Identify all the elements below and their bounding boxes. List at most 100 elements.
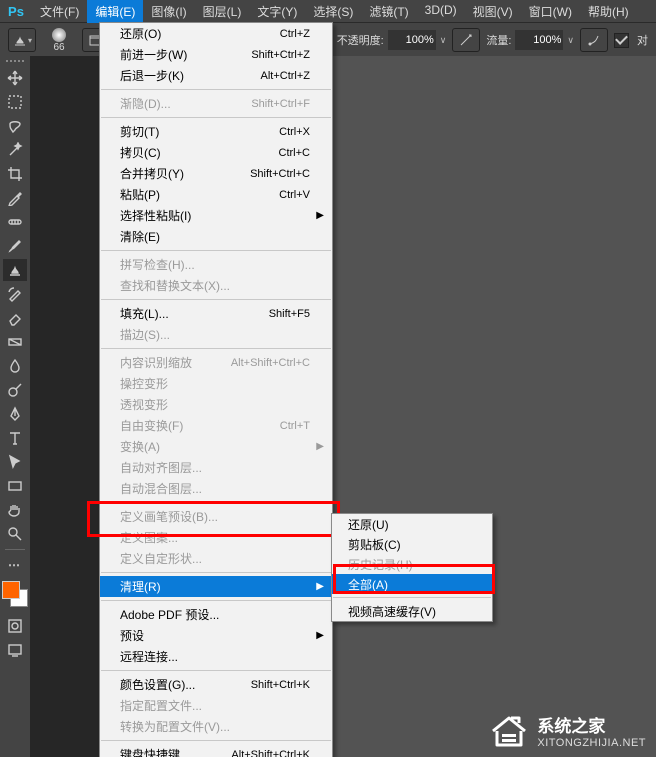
healing-brush-tool[interactable] bbox=[3, 211, 27, 233]
dodge-tool[interactable] bbox=[3, 379, 27, 401]
edit-menu-item: 内容识别缩放Alt+Shift+Ctrl+C bbox=[100, 352, 332, 373]
gradient-tool[interactable] bbox=[3, 331, 27, 353]
zoom-tool[interactable] bbox=[3, 523, 27, 545]
clone-stamp-tool[interactable] bbox=[3, 259, 27, 281]
menu-5[interactable]: 选择(S) bbox=[305, 0, 361, 23]
menu-item-label: 拼写检查(H)... bbox=[120, 256, 195, 273]
menu-item-label: 拷贝(C) bbox=[120, 144, 161, 161]
menu-2[interactable]: 图像(I) bbox=[143, 0, 194, 23]
pen-tool[interactable] bbox=[3, 403, 27, 425]
magic-wand-tool[interactable] bbox=[3, 139, 27, 161]
opacity-control[interactable]: 不透明度: ∨ bbox=[337, 30, 447, 50]
edit-menu-item[interactable]: 选择性粘贴(I)▶ bbox=[100, 205, 332, 226]
edit-menu-item[interactable]: 填充(L)...Shift+F5 bbox=[100, 303, 332, 324]
color-swatches[interactable] bbox=[2, 581, 28, 607]
flow-input[interactable] bbox=[515, 30, 563, 50]
purge-submenu-item[interactable]: 视频高速缓存(V) bbox=[332, 601, 492, 621]
menu-item-shortcut: Alt+Ctrl+Z bbox=[260, 70, 310, 82]
menu-item-label: 剪贴板(C) bbox=[348, 536, 401, 553]
menu-9[interactable]: 窗口(W) bbox=[521, 0, 580, 23]
brush-preview-icon bbox=[52, 28, 66, 42]
screen-mode-toggle[interactable] bbox=[3, 639, 27, 661]
submenu-arrow-icon: ▶ bbox=[316, 441, 324, 452]
aligned-checkbox[interactable] bbox=[614, 33, 629, 48]
path-selection-tool[interactable] bbox=[3, 451, 27, 473]
menu-item-shortcut: Ctrl+X bbox=[279, 126, 310, 138]
rectangle-tool[interactable] bbox=[3, 475, 27, 497]
menu-separator bbox=[101, 348, 331, 349]
eraser-tool[interactable] bbox=[3, 307, 27, 329]
menu-item-label: 选择性粘贴(I) bbox=[120, 207, 191, 224]
menubar: Ps 文件(F)编辑(E)图像(I)图层(L)文字(Y)选择(S)滤镜(T)3D… bbox=[0, 0, 656, 23]
menu-item-label: 操控变形 bbox=[120, 375, 168, 392]
brush-preset-picker[interactable]: 66 bbox=[42, 26, 76, 54]
opacity-input[interactable] bbox=[388, 30, 436, 50]
edit-menu-item[interactable]: 预设 ▶ bbox=[100, 625, 332, 646]
menu-item-shortcut: Ctrl+V bbox=[279, 189, 310, 201]
stamp-icon bbox=[12, 33, 28, 47]
move-tool[interactable] bbox=[3, 67, 27, 89]
edit-menu-item[interactable]: 清理(R)▶ bbox=[100, 576, 332, 597]
panel-grip-icon[interactable] bbox=[6, 60, 24, 66]
menu-8[interactable]: 视图(V) bbox=[465, 0, 521, 23]
menu-item-label: 变换(A) bbox=[120, 438, 160, 455]
eyedropper-tool[interactable] bbox=[3, 187, 27, 209]
history-brush-tool[interactable] bbox=[3, 283, 27, 305]
marquee-tool[interactable] bbox=[3, 91, 27, 113]
menu-10[interactable]: 帮助(H) bbox=[580, 0, 637, 23]
purge-submenu-item: 历史记录(H) bbox=[332, 554, 492, 574]
menu-item-shortcut: Shift+Ctrl+C bbox=[250, 168, 310, 180]
menu-item-label: 远程连接... bbox=[120, 648, 178, 665]
menu-item-label: 合并拷贝(Y) bbox=[120, 165, 184, 182]
brush-tool[interactable] bbox=[3, 235, 27, 257]
edit-menu-item[interactable]: 键盘快捷键...Alt+Shift+Ctrl+K bbox=[100, 744, 332, 757]
menu-item-shortcut: Alt+Shift+Ctrl+K bbox=[231, 749, 310, 757]
edit-menu-item[interactable]: 粘贴(P) Ctrl+V bbox=[100, 184, 332, 205]
edit-toolbar-icon[interactable]: ⋯ bbox=[3, 554, 27, 576]
edit-menu-item[interactable]: 还原(O)Ctrl+Z bbox=[100, 23, 332, 44]
menu-1[interactable]: 编辑(E) bbox=[87, 0, 143, 23]
menu-item-label: 还原(U) bbox=[348, 516, 389, 533]
type-tool[interactable] bbox=[3, 427, 27, 449]
watermark-text: 系统之家 bbox=[537, 712, 646, 737]
purge-submenu-item[interactable]: 剪贴板(C) bbox=[332, 534, 492, 554]
menu-item-label: 定义图案... bbox=[120, 529, 178, 546]
flow-control[interactable]: 流量: ∨ bbox=[486, 30, 574, 50]
edit-menu-item[interactable]: Adobe PDF 预设... bbox=[100, 604, 332, 625]
edit-menu-item[interactable]: 前进一步(W)Shift+Ctrl+Z bbox=[100, 44, 332, 65]
aligned-partial-label: 对 bbox=[637, 32, 648, 48]
blur-tool[interactable] bbox=[3, 355, 27, 377]
quick-mask-toggle[interactable] bbox=[3, 615, 27, 637]
menu-item-label: 定义画笔预设(B)... bbox=[120, 508, 218, 525]
menu-item-label: 预设 bbox=[120, 627, 144, 644]
menu-7[interactable]: 3D(D) bbox=[417, 0, 465, 23]
edit-menu-item[interactable]: 合并拷贝(Y) Shift+Ctrl+C bbox=[100, 163, 332, 184]
menu-3[interactable]: 图层(L) bbox=[195, 0, 250, 23]
crop-tool[interactable] bbox=[3, 163, 27, 185]
edit-menu-item: 定义画笔预设(B)... bbox=[100, 506, 332, 527]
edit-menu-item[interactable]: 颜色设置(G)...Shift+Ctrl+K bbox=[100, 674, 332, 695]
edit-menu-item[interactable]: 清除(E) bbox=[100, 226, 332, 247]
brush-size-value: 66 bbox=[53, 42, 64, 53]
current-tool-preset[interactable]: ▾ bbox=[8, 28, 36, 52]
hand-tool[interactable] bbox=[3, 499, 27, 521]
menu-0[interactable]: 文件(F) bbox=[32, 0, 87, 23]
submenu-arrow-icon: ▶ bbox=[316, 630, 324, 641]
menu-6[interactable]: 滤镜(T) bbox=[361, 0, 416, 23]
airbrush-icon[interactable] bbox=[580, 28, 608, 52]
opacity-label: 不透明度: bbox=[337, 32, 384, 48]
menu-4[interactable]: 文字(Y) bbox=[249, 0, 305, 23]
menu-item-label: 粘贴(P) bbox=[120, 186, 160, 203]
edit-menu-item[interactable]: 后退一步(K)Alt+Ctrl+Z bbox=[100, 65, 332, 86]
menu-item-shortcut: Ctrl+T bbox=[280, 420, 310, 432]
edit-menu-item: 查找和替换文本(X)... bbox=[100, 275, 332, 296]
menu-item-label: 历史记录(H) bbox=[348, 556, 413, 573]
purge-submenu-item[interactable]: 全部(A) bbox=[332, 574, 492, 594]
pressure-opacity-icon[interactable] bbox=[452, 28, 480, 52]
edit-menu-item[interactable]: 拷贝(C)Ctrl+C bbox=[100, 142, 332, 163]
edit-menu-item[interactable]: 远程连接... bbox=[100, 646, 332, 667]
purge-submenu-item[interactable]: 还原(U) bbox=[332, 514, 492, 534]
foreground-color-swatch[interactable] bbox=[2, 581, 20, 599]
edit-menu-item[interactable]: 剪切(T)Ctrl+X bbox=[100, 121, 332, 142]
lasso-tool[interactable] bbox=[3, 115, 27, 137]
